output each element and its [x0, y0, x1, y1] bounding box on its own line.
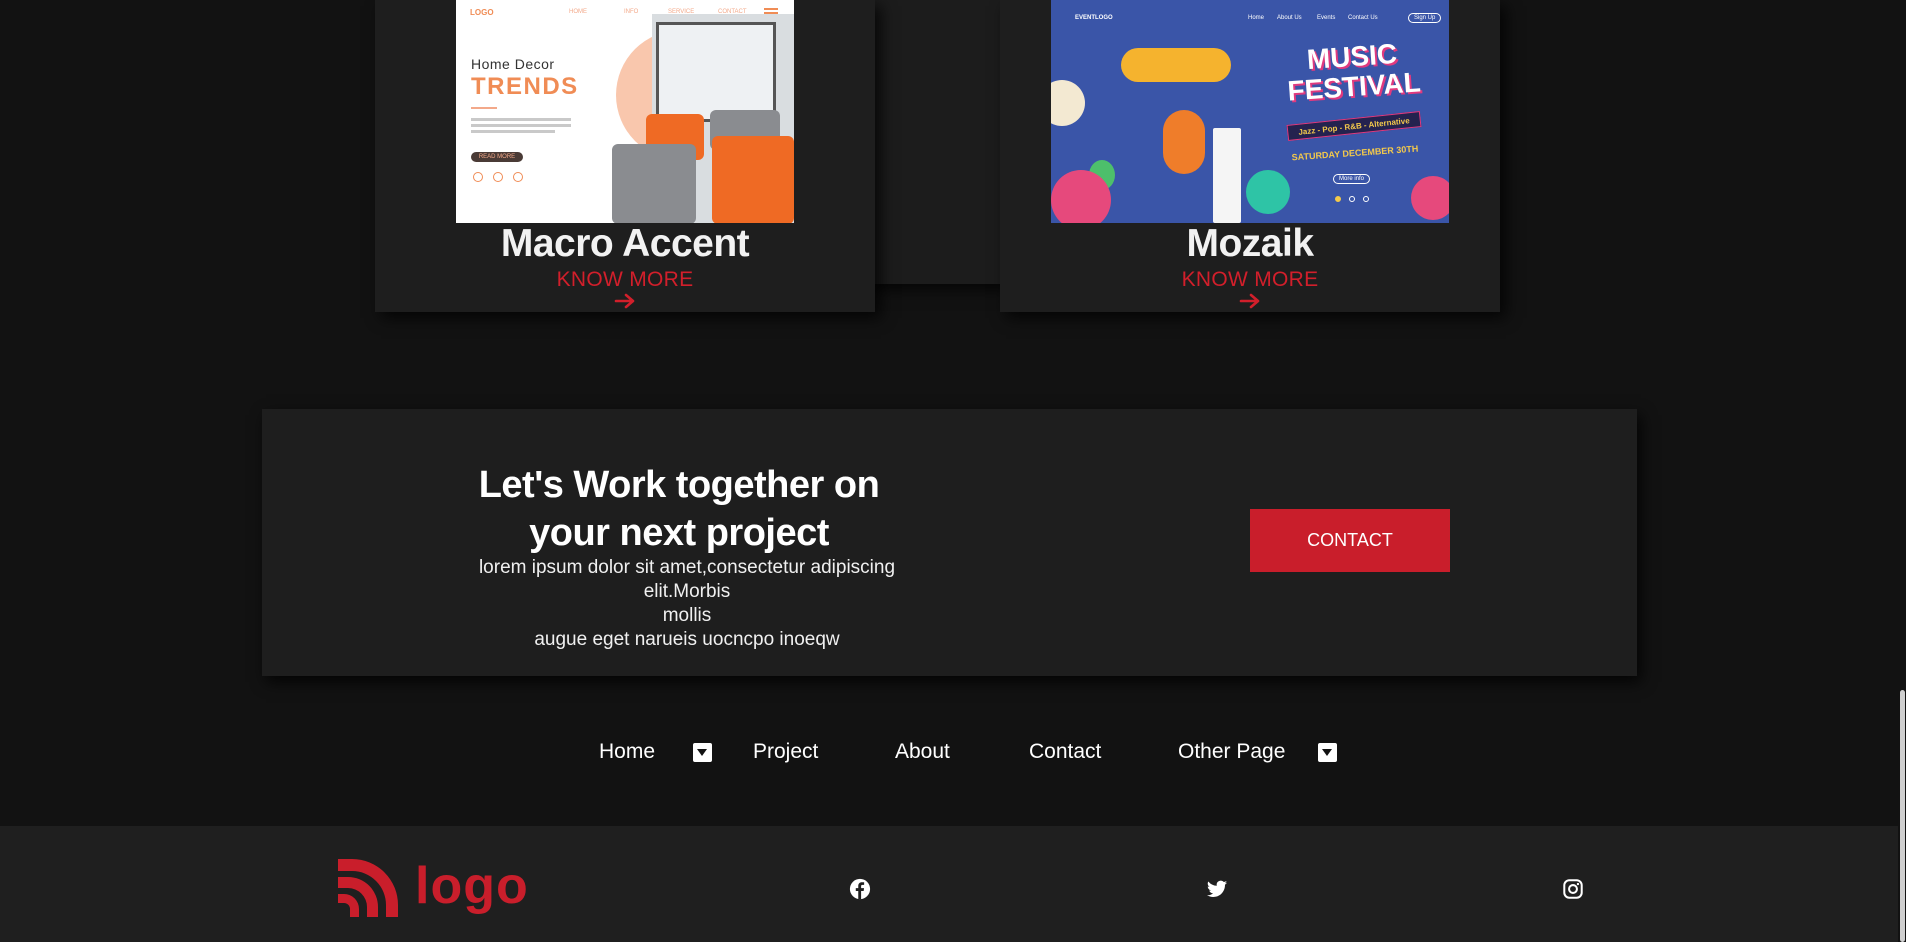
piano-shape: [1213, 128, 1241, 223]
preview-social-icon: [473, 172, 483, 182]
cta-title-line: your next project: [529, 512, 829, 554]
arrow-right-icon[interactable]: [1236, 292, 1264, 310]
preview-signup-button: Sign Up: [1408, 13, 1442, 23]
nav-item-project[interactable]: Project: [753, 740, 818, 764]
preview-more-info: More info: [1333, 174, 1371, 184]
project-thumbnail[interactable]: EVENTLOGO Home About Us Events Contact U…: [1051, 0, 1449, 223]
preview-nav-link: Contact Us: [1348, 15, 1378, 21]
preview-tags: Jazz - Pop - R&B - Alternative: [1286, 111, 1422, 141]
project-title: Macro Accent: [500, 222, 750, 265]
contact-button[interactable]: CONTACT: [1250, 509, 1450, 572]
preview-logo: LOGO: [470, 8, 494, 17]
logo-mark-icon[interactable]: [338, 857, 400, 919]
site-footer: logo: [0, 826, 1906, 942]
nav-item-about[interactable]: About: [895, 740, 950, 764]
preview-nav-link: About Us: [1277, 15, 1302, 21]
trumpet-shape: [1121, 48, 1231, 82]
leaf-shape: [1411, 176, 1449, 220]
window-shape: [656, 22, 776, 122]
preview-social-icon: [493, 172, 503, 182]
arrow-right-icon[interactable]: [611, 292, 639, 310]
logo-text[interactable]: logo: [415, 856, 529, 916]
cta-text-line: lorem ipsum dolor sit amet,consectetur a…: [478, 557, 896, 602]
cta-description: lorem ipsum dolor sit amet,consectetur a…: [442, 556, 932, 652]
preview-social-icon: [513, 172, 523, 182]
preview-text-line: [471, 130, 555, 133]
preview-heading-line: FESTIVAL: [1286, 66, 1422, 107]
preview-read-more: READ MORE: [471, 152, 523, 162]
cta-title-line: Let's Work together on: [478, 464, 880, 506]
preview-text-line: [471, 118, 571, 121]
cta-text-line: mollis: [662, 605, 712, 626]
orange-armchair-shape: [712, 136, 794, 223]
preview-subtitle: Home Decor: [471, 56, 555, 72]
nav-item-other-page[interactable]: Other Page: [1178, 740, 1285, 764]
drum-shape: [1051, 80, 1085, 126]
cta-text-line: augue eget narueis uocncpo inoeqw: [534, 629, 840, 650]
leaf-shape: [1051, 170, 1111, 223]
preview-date: SATURDAY DECEMBER 30TH: [1291, 143, 1419, 163]
project-card-mozaik: EVENTLOGO Home About Us Events Contact U…: [1000, 0, 1500, 312]
scrollbar-thumb[interactable]: [1900, 690, 1905, 942]
facebook-icon[interactable]: [849, 878, 871, 900]
cta-title: Let's Work together on your next project: [457, 461, 901, 557]
gray-chair-shape: [612, 144, 696, 223]
carousel-dot: [1335, 196, 1341, 202]
preview-nav-link: INFO: [624, 9, 639, 15]
preview-nav: EVENTLOGO Home About Us Events Contact U…: [1051, 13, 1449, 26]
instagram-icon[interactable]: [1562, 878, 1584, 900]
preview-divider: [471, 107, 497, 109]
nav-item-home[interactable]: Home: [599, 740, 655, 764]
scrollbar[interactable]: [1898, 0, 1906, 942]
carousel-dot: [1363, 196, 1369, 202]
carousel-dot: [1349, 196, 1355, 202]
preview-nav-link: HOME: [569, 9, 587, 15]
preview-nav-link: Home: [1248, 15, 1265, 21]
leaf-shape: [1246, 170, 1290, 214]
know-more-link[interactable]: KNOW MORE: [1000, 268, 1500, 292]
cta-section: Let's Work together on your next project…: [262, 409, 1637, 676]
twitter-icon[interactable]: [1206, 878, 1228, 900]
project-thumbnail[interactable]: LOGO HOME INFO SERVICE CONTACT Home Deco…: [456, 0, 794, 223]
caret-down-icon[interactable]: [1318, 743, 1337, 762]
preview-heading: MUSIC FESTIVAL: [1281, 37, 1425, 107]
caret-down-icon[interactable]: [693, 743, 712, 762]
preview-logo: EVENTLOGO: [1075, 15, 1113, 21]
project-title: Mozaik: [1186, 222, 1314, 265]
preview-nav-link: Events: [1317, 15, 1336, 21]
preview-heading: TRENDS: [471, 73, 579, 100]
know-more-link[interactable]: KNOW MORE: [375, 268, 875, 292]
preview-text-line: [471, 124, 571, 127]
nav-item-contact[interactable]: Contact: [1029, 740, 1101, 764]
living-room-photo: [612, 14, 794, 223]
guitar-shape: [1163, 110, 1205, 174]
project-card-macro-accent: LOGO HOME INFO SERVICE CONTACT Home Deco…: [375, 0, 875, 312]
